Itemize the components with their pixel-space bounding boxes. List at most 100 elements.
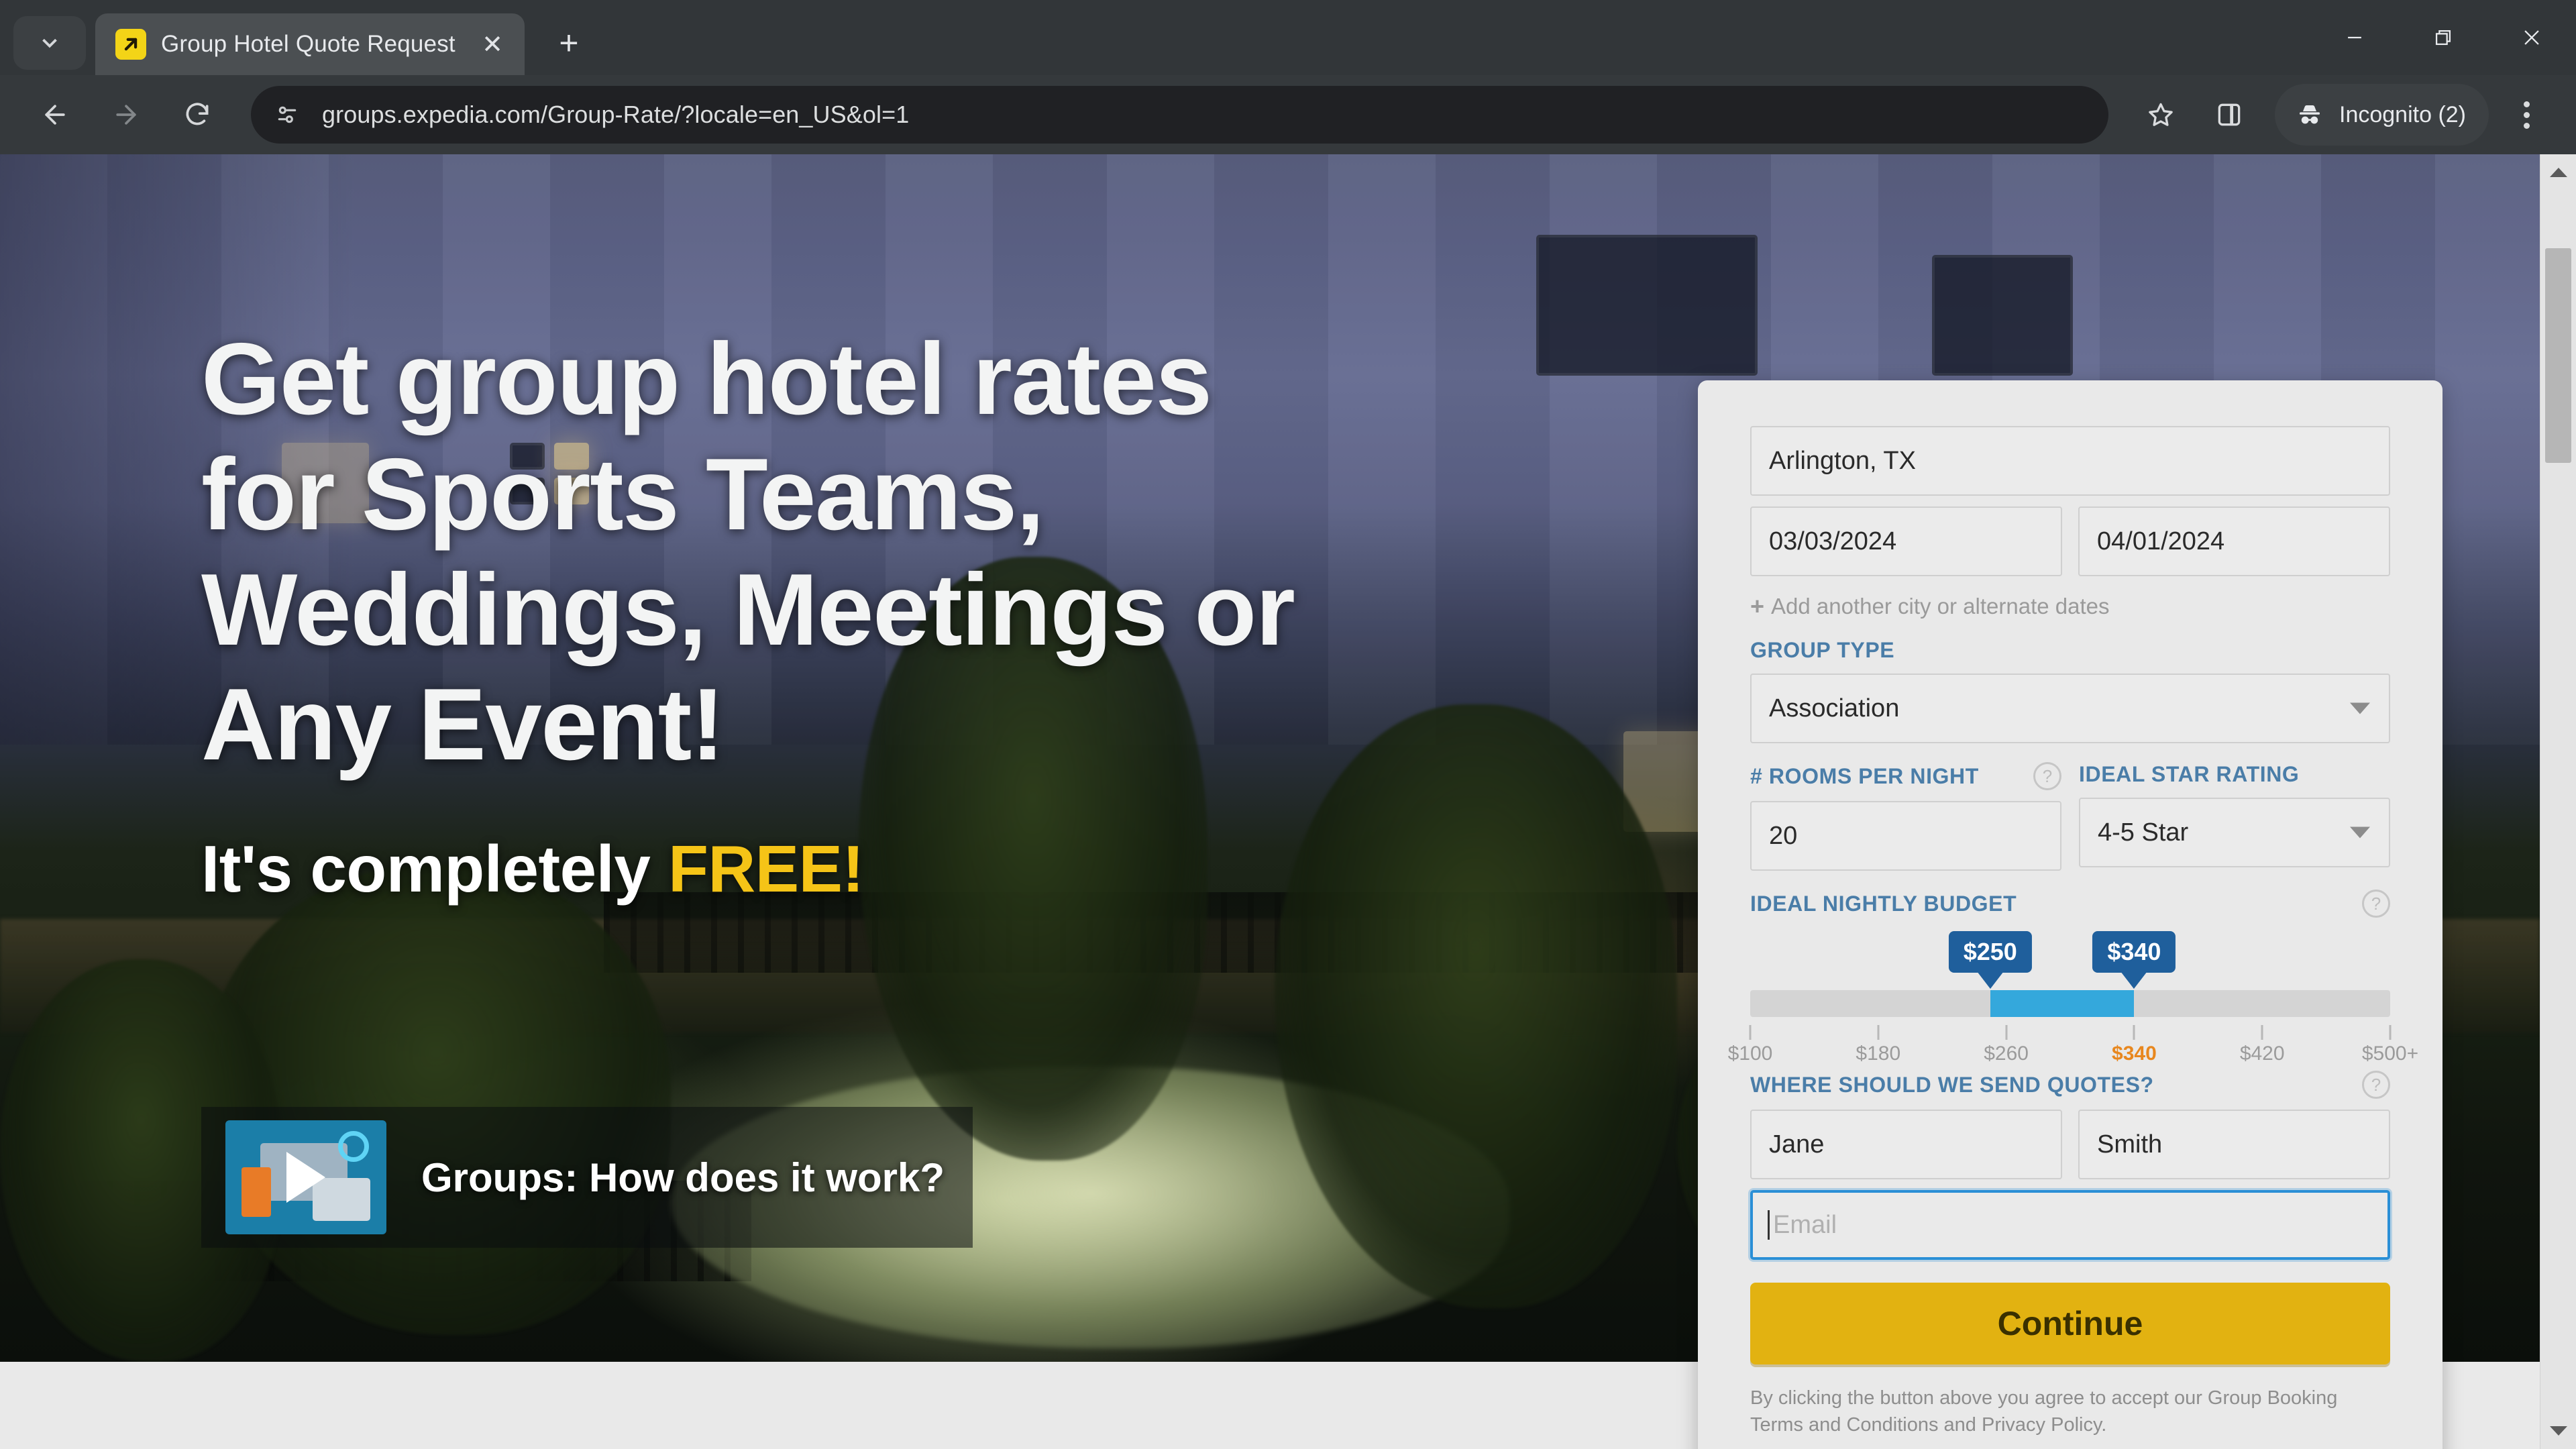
rooms-and-rating-row: # ROOMS PER NIGHT ? 20 IDEAL STAR RATING… — [1750, 762, 2390, 871]
plus-icon: + — [1750, 592, 1765, 620]
quote-request-form: Arlington, TX 03/03/2024 04/01/2024 + Ad… — [1698, 380, 2443, 1449]
chevron-down-icon — [2549, 1426, 2567, 1436]
slider-tick — [2005, 1025, 2008, 1040]
menu-dot — [2523, 101, 2530, 107]
budget-min-bubble: $250 — [1948, 931, 2032, 973]
reload-button[interactable] — [165, 83, 229, 147]
slider-tick-label: $180 — [1856, 1042, 1901, 1065]
profile-chip[interactable]: Incognito (2) — [2275, 84, 2489, 146]
rooms-input[interactable]: 20 — [1750, 801, 2061, 871]
add-city-or-dates-label: Add another city or alternate dates — [1771, 594, 2110, 619]
headline-line: Weddings, Meetings or — [201, 552, 1295, 667]
browser-toolbar: groups.expedia.com/Group-Rate/?locale=en… — [0, 75, 2576, 154]
check-in-input[interactable]: 03/03/2024 — [1750, 506, 2062, 576]
tab-strip: Group Hotel Quote Request ✕ + — [0, 0, 2576, 75]
back-button[interactable] — [23, 83, 87, 147]
page-scrollbar[interactable] — [2540, 154, 2576, 1449]
subheadline-free: FREE! — [668, 832, 864, 906]
slider-tick — [2133, 1025, 2135, 1040]
group-type-select[interactable]: Association — [1750, 674, 2390, 743]
destination-input[interactable]: Arlington, TX — [1750, 426, 2390, 496]
video-promo-label: Groups: How does it work? — [421, 1155, 945, 1200]
hero-subheadline: It's completely FREE! — [201, 831, 1677, 907]
menu-dot — [2523, 122, 2530, 129]
text-cursor — [1768, 1210, 1770, 1240]
scroll-up-button[interactable] — [2540, 154, 2576, 191]
forward-arrow-icon — [116, 105, 136, 125]
star-icon — [2149, 103, 2173, 126]
bookmark-button[interactable] — [2130, 84, 2192, 146]
group-type-value: Association — [1769, 694, 1900, 722]
budget-label: IDEAL NIGHTLY BUDGET — [1750, 891, 2017, 916]
first-name-input[interactable]: Jane — [1750, 1110, 2062, 1179]
chevron-down-icon — [2350, 826, 2370, 839]
slider-ticks — [1749, 1025, 2392, 1040]
date-row: 03/03/2024 04/01/2024 — [1750, 506, 2390, 576]
video-thumbnail[interactable] — [225, 1120, 386, 1234]
hero-headline: Get group hotel rates for Sports Teams, … — [201, 322, 1677, 783]
new-tab-button[interactable]: + — [542, 16, 596, 70]
budget-max-bubble: $340 — [2092, 931, 2176, 973]
close-window-button[interactable] — [2487, 0, 2576, 75]
slider-tick — [1749, 1025, 1752, 1040]
tab-title: Group Hotel Quote Request — [161, 31, 455, 57]
slider-tick-label: $420 — [2239, 1042, 2285, 1065]
profile-label: Incognito (2) — [2339, 101, 2466, 127]
slider-tick — [2389, 1025, 2392, 1040]
url-text: groups.expedia.com/Group-Rate/?locale=en… — [322, 101, 910, 128]
video-promo-banner[interactable]: Groups: How does it work? — [201, 1107, 973, 1248]
terms-disclaimer: By clicking the button above you agree t… — [1750, 1387, 2338, 1436]
star-rating-select[interactable]: 4-5 Star — [2079, 798, 2390, 867]
tab-close-button[interactable]: ✕ — [474, 25, 511, 63]
contact-label-row: WHERE SHOULD WE SEND QUOTES? ? — [1750, 1071, 2390, 1099]
headline-line: Any Event! — [201, 667, 724, 782]
side-panel-button[interactable] — [2198, 84, 2260, 146]
subheadline-prefix: It's completely — [201, 832, 669, 906]
chevron-up-icon — [2549, 168, 2567, 177]
expedia-arrow-icon — [115, 29, 146, 60]
play-icon — [286, 1152, 325, 1203]
maximize-button[interactable] — [2399, 0, 2487, 75]
back-arrow-icon — [45, 105, 65, 125]
browser-tab[interactable]: Group Hotel Quote Request ✕ — [95, 13, 525, 75]
add-city-or-dates-link[interactable]: + Add another city or alternate dates — [1750, 594, 2390, 619]
slider-tick-labels: $100 $180 $260 $340 $420 $500+ — [1728, 1042, 2419, 1071]
incognito-hat-icon — [2300, 105, 2320, 124]
slider-tick — [1877, 1025, 1880, 1040]
rooms-help-icon[interactable]: ? — [2033, 762, 2061, 790]
forward-button[interactable] — [94, 83, 158, 147]
check-out-input[interactable]: 04/01/2024 — [2078, 506, 2390, 576]
tab-search-button[interactable] — [13, 16, 86, 70]
headline-line: Get group hotel rates — [201, 322, 1212, 436]
browser-menu-button[interactable] — [2500, 84, 2553, 146]
hero-window-detail — [1932, 255, 2073, 376]
last-name-input[interactable]: Smith — [2078, 1110, 2390, 1179]
vt-shape — [241, 1167, 271, 1217]
restore-icon — [2435, 30, 2451, 46]
continue-button[interactable]: Continue — [1750, 1283, 2390, 1364]
slider-tick-label: $100 — [1727, 1042, 1773, 1065]
address-bar[interactable]: groups.expedia.com/Group-Rate/?locale=en… — [251, 86, 2108, 144]
budget-help-icon[interactable]: ? — [2362, 890, 2390, 918]
rooms-label-row: # ROOMS PER NIGHT ? — [1750, 762, 2061, 790]
slider-tick-label: $500+ — [2361, 1042, 2419, 1065]
scrollbar-thumb[interactable] — [2545, 248, 2571, 463]
budget-range-slider[interactable]: $250 $340 $100 $180 $260 $340 $420 $500+ — [1728, 924, 2418, 1065]
contact-help-icon[interactable]: ? — [2362, 1071, 2390, 1099]
side-panel-icon — [2218, 103, 2241, 126]
scroll-down-button[interactable] — [2540, 1413, 2576, 1449]
vt-ring-shape — [338, 1131, 369, 1162]
browser-window: Group Hotel Quote Request ✕ + groups.exp… — [0, 0, 2576, 1449]
slider-track[interactable] — [1750, 990, 2390, 1017]
slider-tick-label: $340 — [2112, 1042, 2157, 1065]
email-input[interactable]: Email — [1750, 1190, 2390, 1260]
star-rating-field-group: IDEAL STAR RATING 4-5 Star — [2079, 762, 2390, 867]
hero-text-block: Get group hotel rates for Sports Teams, … — [201, 322, 1677, 907]
close-icon — [2524, 30, 2539, 45]
rooms-field-group: # ROOMS PER NIGHT ? 20 — [1750, 762, 2061, 871]
chevron-down-icon — [2350, 702, 2370, 714]
site-settings-icon[interactable] — [270, 97, 305, 132]
headline-line: for Sports Teams, — [201, 437, 1044, 551]
menu-dot — [2523, 111, 2530, 118]
minimize-button[interactable] — [2310, 0, 2399, 75]
